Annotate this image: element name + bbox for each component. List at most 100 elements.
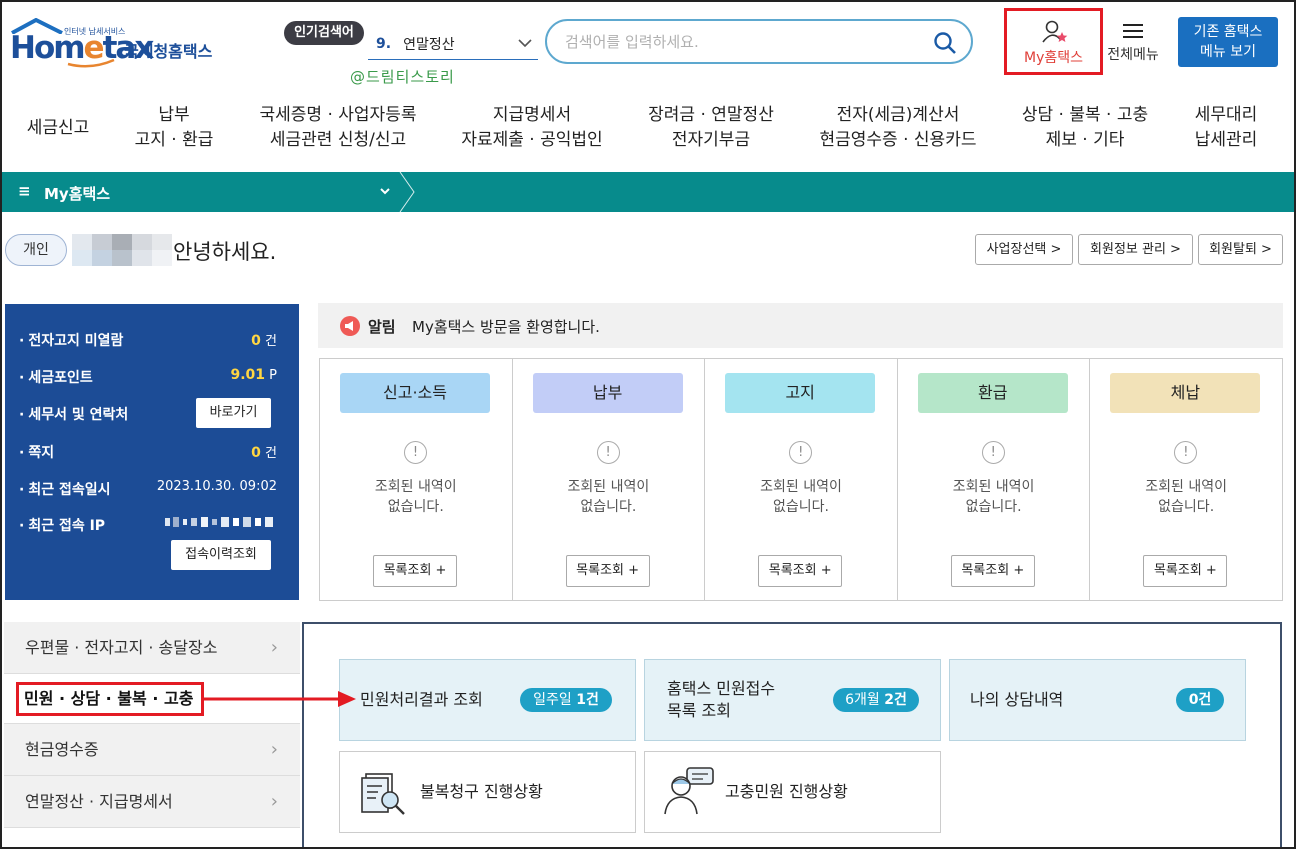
popular-search-select[interactable]: 9. 연말정산 bbox=[368, 28, 538, 60]
tile-label: 홈택스 민원접수 목록 조회 bbox=[667, 679, 776, 720]
withdraw-button[interactable]: 회원탈퇴 > bbox=[1198, 234, 1283, 265]
nav-item-mail[interactable]: 우편물 · 전자고지 · 송달장소 › bbox=[4, 622, 300, 674]
list-view-button[interactable]: 목록조회 + bbox=[373, 555, 457, 587]
card-chip[interactable]: 신고·소득 bbox=[340, 373, 490, 413]
warning-icon: ! bbox=[981, 441, 1005, 464]
empty-message: 조회된 내역이 없습니다. bbox=[952, 479, 1035, 515]
location-bar: ≡ My홈택스 bbox=[2, 172, 1294, 212]
tile-label: 나의 상담내역 bbox=[970, 690, 1064, 709]
notice-tag: 알림 bbox=[368, 318, 396, 336]
gnb-consultation[interactable]: 상담 · 불복 · 고충 제보 · 기타 bbox=[1010, 100, 1160, 156]
member-type-pill: 개인 bbox=[5, 234, 67, 266]
user-star-icon bbox=[1042, 20, 1068, 43]
gnb-tax-agent[interactable]: 세무대리 납세관리 bbox=[1184, 100, 1268, 156]
go-shortcut-button[interactable]: 바로가기 bbox=[196, 398, 271, 428]
hamburger-menu-icon bbox=[1123, 24, 1143, 38]
logo-korean-name: 국세청홈택스 bbox=[124, 42, 213, 61]
card-report-income: 신고·소득 ! 조회된 내역이 없습니다. 목록조회 + bbox=[320, 359, 513, 600]
info-tax-point: · 세금포인트 9.01 P bbox=[19, 367, 277, 386]
nav-item-year-end[interactable]: 연말정산 · 지급명세서 › bbox=[4, 776, 300, 828]
card-payment: 납부 ! 조회된 내역이 없습니다. 목록조회 + bbox=[513, 359, 706, 600]
watermark-text: @드림티스토리 bbox=[350, 68, 455, 86]
info-last-login: · 최근 접속일시 2023.10.30. 09:02 bbox=[19, 479, 277, 498]
gnb-certificate[interactable]: 국세증명 · 사업자등록 세금관련 신청/신고 bbox=[248, 100, 428, 156]
blurred-user-name bbox=[72, 234, 172, 266]
count-badge: 0건 bbox=[1176, 688, 1224, 712]
all-menu-button[interactable]: 전체메뉴 bbox=[1102, 18, 1164, 68]
complaint-result-tile[interactable]: 민원처리결과 조회 일주일 1건 bbox=[339, 659, 636, 741]
gnb-statement[interactable]: 지급명세서 자료제출 · 공익법인 bbox=[452, 100, 612, 156]
old-home-line2: 메뉴 보기 bbox=[1200, 44, 1256, 60]
breadcrumb-separator-icon bbox=[399, 172, 415, 212]
search-icon[interactable] bbox=[933, 31, 957, 55]
chevron-down-icon bbox=[518, 39, 532, 48]
megaphone-icon bbox=[340, 316, 360, 336]
my-consultation-tile[interactable]: 나의 상담내역 0건 bbox=[949, 659, 1246, 741]
warning-icon: ! bbox=[404, 441, 427, 464]
list-view-button[interactable]: 목록조회 + bbox=[1143, 555, 1228, 587]
access-history-button[interactable]: 접속이력조회 bbox=[171, 540, 271, 570]
card-refund: 환급 ! 조회된 내역이 없습니다. 목록조회 + bbox=[898, 359, 1091, 600]
card-chip[interactable]: 고지 bbox=[725, 373, 876, 413]
all-menu-label: 전체메뉴 bbox=[1107, 47, 1159, 63]
chevron-right-icon: › bbox=[270, 637, 278, 658]
popular-rank: 9. bbox=[376, 35, 392, 52]
list-view-button[interactable]: 목록조회 + bbox=[565, 555, 650, 587]
card-chip[interactable]: 체납 bbox=[1110, 373, 1261, 413]
complaint-list-tile[interactable]: 홈택스 민원접수 목록 조회 6개월 2건 bbox=[644, 659, 941, 741]
gnb-payment[interactable]: 납부 고지 · 환급 bbox=[124, 100, 224, 156]
warning-icon: ! bbox=[596, 441, 620, 464]
annotation-arrow-icon bbox=[204, 691, 356, 707]
count-badge: 일주일 1건 bbox=[520, 688, 612, 712]
grievance-status-tile[interactable]: 고충민원 진행상황 bbox=[644, 751, 941, 833]
nav-item-cash-receipt[interactable]: 현금영수증 › bbox=[4, 724, 300, 776]
gnb-incentive[interactable]: 장려금 · 연말정산 전자기부금 bbox=[636, 100, 786, 156]
summary-cards: 신고·소득 ! 조회된 내역이 없습니다. 목록조회 + 납부 ! 조회된 내역이… bbox=[319, 358, 1283, 601]
old-home-line1: 기존 홈택스 bbox=[1193, 24, 1263, 40]
document-search-icon bbox=[361, 773, 405, 815]
card-chip[interactable]: 환급 bbox=[917, 373, 1068, 413]
nav-item-civil-complaint-label[interactable]: 민원 · 상담 · 불복 · 고충 bbox=[16, 682, 204, 716]
notice-bar: 알림 My홈택스 방문을 환영합니다. bbox=[318, 303, 1283, 348]
tile-label: 고충민원 진행상황 bbox=[725, 782, 848, 801]
old-hometax-menu-button[interactable]: 기존 홈택스 메뉴 보기 bbox=[1178, 17, 1278, 67]
list-view-button[interactable]: 목록조회 + bbox=[950, 555, 1035, 587]
card-chip[interactable]: 납부 bbox=[532, 373, 683, 413]
popular-term: 연말정산 bbox=[403, 36, 455, 53]
greeting-message: 안녕하세요. bbox=[173, 240, 277, 264]
list-view-button[interactable]: 목록조회 + bbox=[758, 555, 843, 587]
gnb-tax-report[interactable]: 세금신고 bbox=[14, 100, 102, 156]
empty-message: 조회된 내역이 없습니다. bbox=[1145, 479, 1228, 515]
notice-message: My홈택스 방문을 환영합니다. bbox=[412, 318, 600, 336]
blurred-ip-address bbox=[165, 517, 273, 527]
hometax-logo[interactable]: 인터넷 납세서비스 Hometax 국세청홈택스 bbox=[6, 18, 221, 70]
warning-icon: ! bbox=[789, 441, 813, 464]
empty-message: 조회된 내역이 없습니다. bbox=[567, 479, 650, 515]
card-notice: 고지 ! 조회된 내역이 없습니다. 목록조회 + bbox=[705, 359, 898, 600]
chevron-right-icon: › bbox=[270, 739, 278, 760]
search-input[interactable] bbox=[565, 31, 925, 53]
consultant-chat-icon bbox=[664, 767, 714, 815]
tile-label: 불복청구 진행상황 bbox=[420, 782, 543, 801]
card-arrears: 체납 ! 조회된 내역이 없습니다. 목록조회 + bbox=[1090, 359, 1282, 600]
civil-complaint-panel: 민원처리결과 조회 일주일 1건 홈택스 민원접수 목록 조회 6개월 2건 나의… bbox=[302, 622, 1282, 849]
account-info-panel: · 전자고지 미열람 0 건 · 세금포인트 9.01 P · 세무서 및 연락처 바… bbox=[5, 304, 299, 600]
select-business-button[interactable]: 사업장선택 > bbox=[975, 234, 1073, 265]
chevron-down-icon[interactable] bbox=[378, 184, 392, 198]
appeal-status-tile[interactable]: 불복청구 진행상황 bbox=[339, 751, 636, 833]
my-hometax-label: My홈택스 bbox=[1023, 50, 1083, 66]
popular-search-badge: 인기검색어 bbox=[284, 21, 364, 45]
location-menu-icon: ≡ bbox=[18, 182, 31, 200]
empty-message: 조회된 내역이 없습니다. bbox=[374, 479, 457, 515]
info-unread-notice: · 전자고지 미열람 0 건 bbox=[19, 333, 277, 349]
gnb-e-invoice[interactable]: 전자(세금)계산서 현금영수증 · 신용카드 bbox=[808, 100, 988, 156]
info-message: · 쪽지 0 건 bbox=[19, 445, 277, 461]
location-title[interactable]: My홈택스 bbox=[44, 183, 110, 204]
warning-icon: ! bbox=[1174, 441, 1198, 464]
member-info-button[interactable]: 회원정보 관리 > bbox=[1078, 234, 1193, 265]
logo-swoosh-icon bbox=[67, 58, 115, 68]
empty-message: 조회된 내역이 없습니다. bbox=[760, 479, 842, 515]
count-badge: 6개월 2건 bbox=[833, 688, 919, 712]
my-hometax-button[interactable]: My홈택스 bbox=[1004, 8, 1103, 75]
chevron-right-icon: › bbox=[270, 791, 278, 812]
